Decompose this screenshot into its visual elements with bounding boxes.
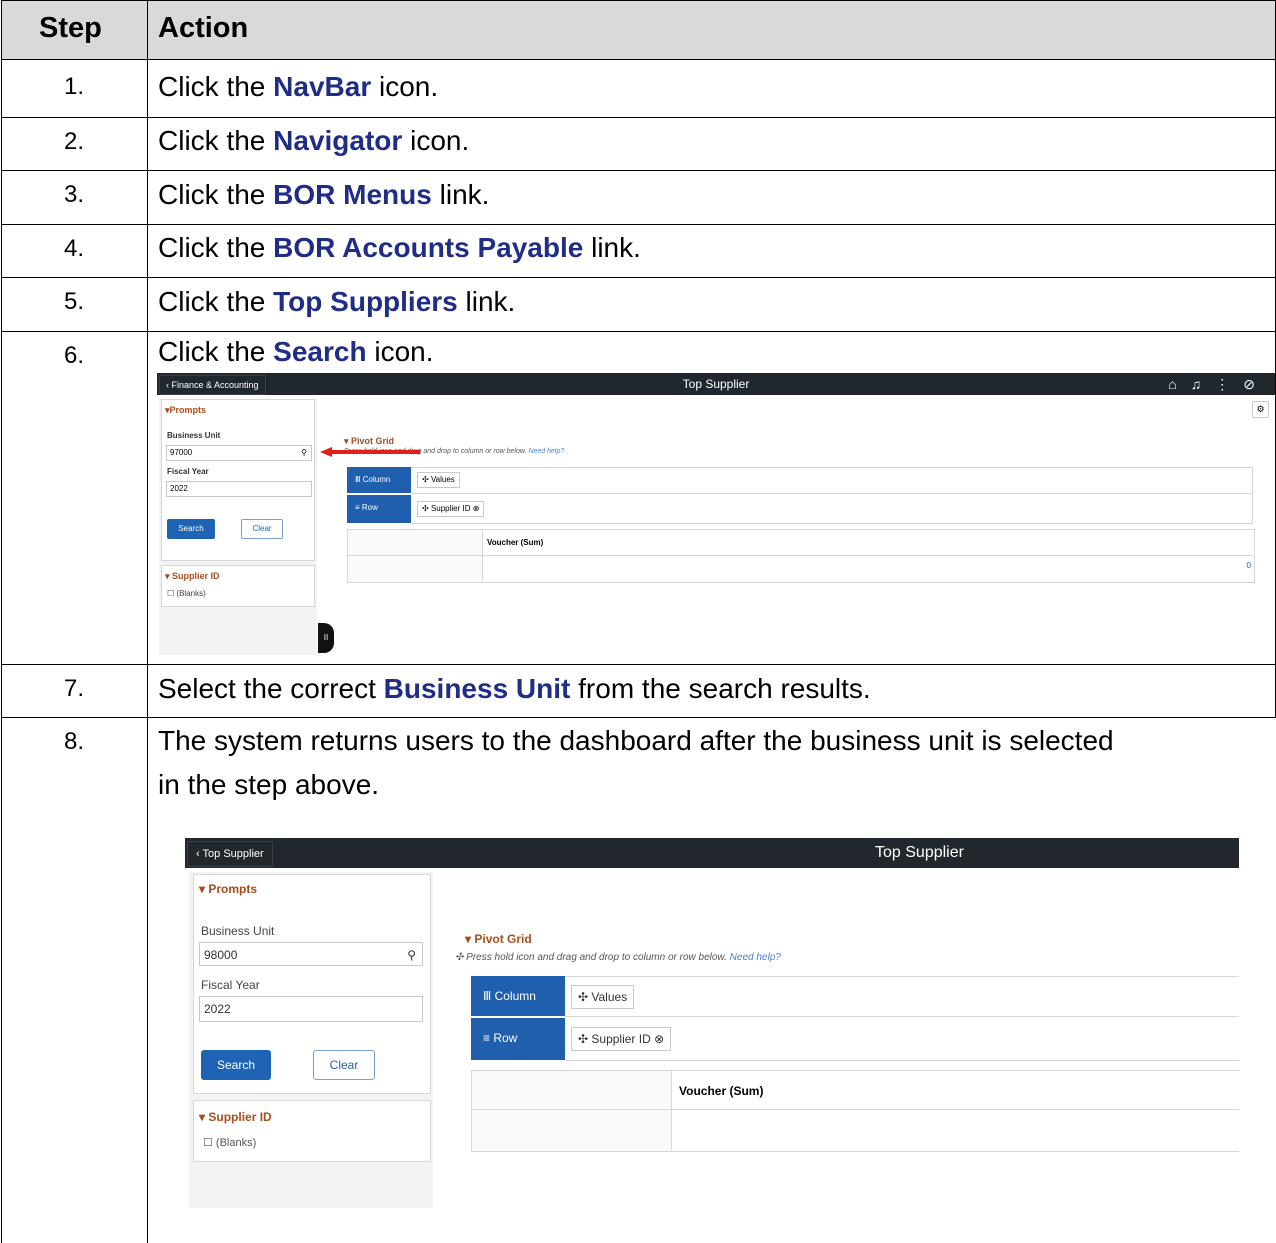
- voucher-value: 0: [1246, 561, 1251, 570]
- column-label: Ⅲ Column: [347, 467, 411, 493]
- fiscal-year-label: Fiscal Year: [167, 467, 209, 476]
- fiscal-year-input[interactable]: 2022: [199, 996, 423, 1022]
- values-chip[interactable]: ✣ Values: [417, 472, 460, 488]
- fiscal-year-input[interactable]: 2022: [166, 481, 312, 497]
- step-action-line1: The system returns users to the dashboar…: [158, 725, 1114, 756]
- menu-icon[interactable]: ⋮: [1215, 376, 1243, 392]
- prompts-title[interactable]: ▾ Prompts: [199, 882, 257, 896]
- navbar-icons: ⌂♫⋮⊘: [1168, 373, 1269, 395]
- step-number: 7.: [63, 675, 84, 702]
- supplier-id-chip[interactable]: ✣ Supplier ID ⊗: [571, 1027, 672, 1051]
- step-action: Click the NavBar icon.: [158, 71, 439, 102]
- red-arrow: [320, 447, 420, 457]
- step-number: 1.: [63, 73, 84, 100]
- step-number: 8.: [63, 728, 84, 755]
- navbar-icon[interactable]: ⊘: [1243, 376, 1269, 392]
- step-number: 6.: [63, 342, 84, 369]
- step-action: Click the BOR Accounts Payable link.: [158, 232, 641, 263]
- business-unit-input[interactable]: 97000 ⚲: [166, 445, 312, 461]
- step-action: Select the correct Business Unit from th…: [158, 673, 871, 704]
- gear-icon[interactable]: ⚙: [1252, 401, 1269, 418]
- row-label: ≡ Row: [347, 495, 411, 523]
- step-action: Click the Search icon.: [158, 336, 434, 367]
- step-action: Click the Top Suppliers link.: [158, 286, 516, 317]
- screenshot-step6: ‹ Finance & Accounting Top Supplier ⌂♫⋮⊘…: [157, 373, 1275, 655]
- voucher-header: Voucher (Sum): [679, 1084, 764, 1098]
- fiscal-year-label: Fiscal Year: [201, 978, 260, 992]
- top-navbar: [185, 838, 1239, 868]
- step-number: 5.: [63, 288, 84, 315]
- back-button[interactable]: ‹ Top Supplier: [187, 841, 273, 867]
- need-help-link[interactable]: Need help?: [528, 448, 564, 455]
- prompts-panel: ▾ Prompts Business Unit 98000 ⚲ Fiscal Ye…: [189, 872, 433, 1208]
- values-chip[interactable]: ✣ Values: [571, 985, 635, 1009]
- voucher-header: Voucher (Sum): [487, 538, 544, 547]
- search-button[interactable]: Search: [167, 519, 215, 539]
- header-action: Action: [158, 12, 249, 44]
- business-unit-input[interactable]: 98000 ⚲: [199, 942, 423, 966]
- step-action: Click the BOR Menus link.: [158, 179, 490, 210]
- bell-icon[interactable]: ♫: [1191, 376, 1216, 392]
- home-icon[interactable]: ⌂: [1168, 376, 1190, 392]
- need-help-link[interactable]: Need help?: [730, 952, 781, 963]
- row-label: ≡ Row: [471, 1018, 565, 1060]
- search-icon[interactable]: ⚲: [407, 943, 416, 967]
- step-action: Click the Navigator icon.: [158, 125, 470, 156]
- business-unit-label: Business Unit: [201, 924, 275, 938]
- screenshot-step8: ‹ Top Supplier Top Supplier ▾ Prompts Bu…: [185, 838, 1239, 1208]
- step-number: 4.: [63, 235, 84, 262]
- page-title: Top Supplier: [875, 844, 964, 861]
- page-title: Top Supplier: [682, 377, 750, 391]
- blanks-checkbox[interactable]: ☐ (Blanks): [203, 1136, 256, 1149]
- step-number: 2.: [63, 128, 84, 155]
- collapse-handle[interactable]: II: [318, 623, 334, 653]
- prompts-panel: ▾Prompts Business Unit 97000 ⚲ Fiscal Yea…: [159, 399, 317, 655]
- header-step: Step: [39, 12, 102, 44]
- supplier-title[interactable]: ▾ Supplier ID: [199, 1110, 272, 1124]
- step-number: 3.: [63, 181, 84, 208]
- prompts-title[interactable]: ▾Prompts: [165, 405, 206, 416]
- supplier-id-chip[interactable]: ✣ Supplier ID ⊗: [417, 501, 485, 517]
- search-icon[interactable]: ⚲: [301, 446, 307, 460]
- supplier-title[interactable]: ▾ Supplier ID: [165, 571, 220, 582]
- pivot-hint: ✣ Press hold icon and drag and drop to c…: [455, 952, 781, 963]
- pivot-grid-title[interactable]: ▾ Pivot Grid: [344, 436, 394, 447]
- clear-button[interactable]: Clear: [313, 1050, 375, 1080]
- column-label: Ⅲ Column: [471, 976, 565, 1016]
- search-button[interactable]: Search: [201, 1050, 271, 1080]
- business-unit-label: Business Unit: [167, 431, 221, 440]
- pivot-grid-title[interactable]: ▾ Pivot Grid: [465, 932, 532, 946]
- step-action-line2: in the step above.: [158, 769, 380, 800]
- blanks-checkbox[interactable]: ☐ (Blanks): [167, 589, 206, 598]
- clear-button[interactable]: Clear: [241, 519, 283, 539]
